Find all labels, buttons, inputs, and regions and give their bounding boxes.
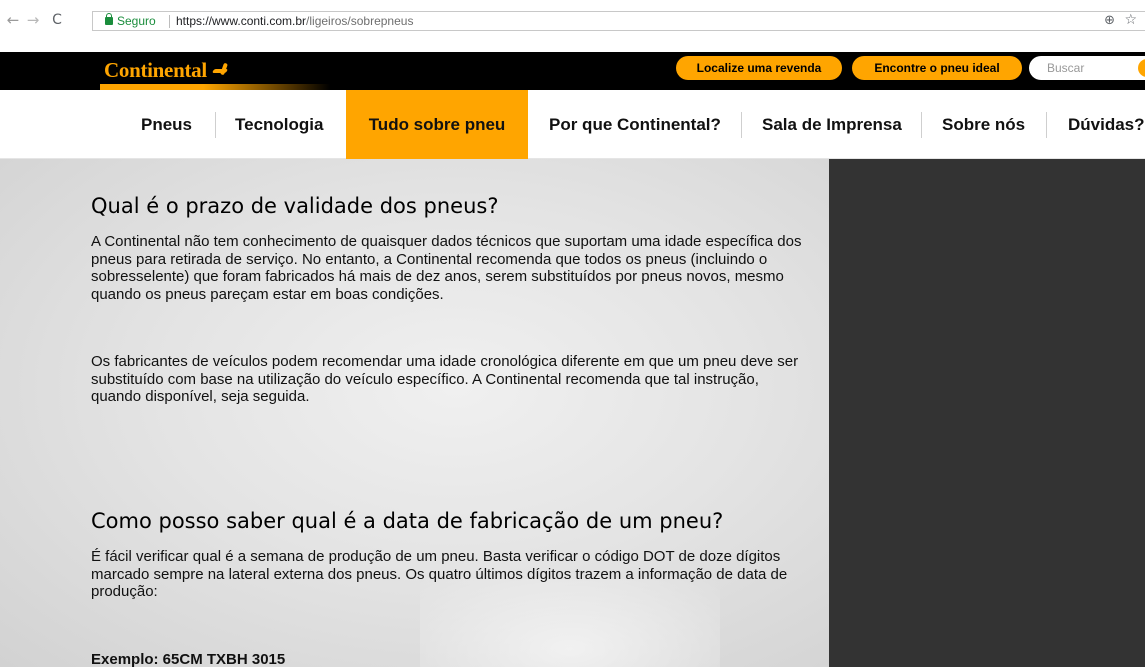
forward-arrow-icon[interactable]: → xyxy=(25,12,41,28)
search-box xyxy=(1029,56,1145,80)
reload-icon[interactable]: C xyxy=(49,12,65,28)
lock-icon xyxy=(105,13,113,25)
main-nav: Pneus Tecnologia Tudo sobre pneu Por que… xyxy=(0,90,1145,159)
nav-item-tudo-sobre-pneu[interactable]: Tudo sobre pneu xyxy=(346,90,528,159)
nav-item-sobre-nos[interactable]: Sobre nós xyxy=(942,90,1025,159)
nav-item-tecnologia[interactable]: Tecnologia xyxy=(235,90,323,159)
url-text[interactable]: https://www.conti.com.br/ligeiros/sobrep… xyxy=(176,14,413,28)
nav-divider xyxy=(215,112,216,138)
back-arrow-icon[interactable]: ← xyxy=(5,12,21,28)
nav-divider xyxy=(921,112,922,138)
horse-logo-icon xyxy=(211,63,231,79)
validity-paragraph-1: A Continental não tem conhecimento de qu… xyxy=(91,233,802,303)
zoom-icon[interactable]: ⊕ xyxy=(1104,13,1115,28)
nav-divider xyxy=(741,112,742,138)
browser-toolbar: ← → C Seguro https://www.conti.com.br/li… xyxy=(0,0,1145,52)
nav-item-por-que-continental[interactable]: Por que Continental? xyxy=(549,90,721,159)
search-input[interactable] xyxy=(1047,60,1127,76)
side-panel xyxy=(829,159,1145,667)
locate-dealer-button[interactable]: Localize uma revenda xyxy=(676,56,842,80)
logo-text: Continental xyxy=(104,58,207,82)
bookmark-star-icon[interactable]: ☆ xyxy=(1124,12,1137,28)
url-path: /ligeiros/sobrepneus xyxy=(306,14,414,28)
site-header: Continental Localize uma revenda Encontr… xyxy=(0,52,1145,90)
secure-label: Seguro xyxy=(117,14,156,28)
nav-divider xyxy=(1046,112,1047,138)
address-bar[interactable]: Seguro https://www.conti.com.br/ligeiros… xyxy=(92,11,1145,31)
address-divider xyxy=(169,15,170,28)
nav-item-duvidas[interactable]: Dúvidas? xyxy=(1068,90,1145,159)
manufacture-date-paragraph: É fácil verificar qual é a semana de pro… xyxy=(91,548,788,600)
section-title-manufacture-date: Como posso saber qual é a data de fabric… xyxy=(91,509,724,533)
find-tire-button[interactable]: Encontre o pneu ideal xyxy=(852,56,1022,80)
nav-item-pneus[interactable]: Pneus xyxy=(141,90,192,159)
url-host: https://www.conti.com.br xyxy=(176,14,307,28)
section-title-validity: Qual é o prazo de validade dos pneus? xyxy=(91,194,499,218)
validity-paragraph-2: Os fabricantes de veículos podem recomen… xyxy=(91,353,799,405)
dot-example: Exemplo: 65CM TXBH 3015 xyxy=(91,651,286,667)
nav-item-sala-de-imprensa[interactable]: Sala de Imprensa xyxy=(762,90,902,159)
continental-logo[interactable]: Continental xyxy=(104,58,231,83)
